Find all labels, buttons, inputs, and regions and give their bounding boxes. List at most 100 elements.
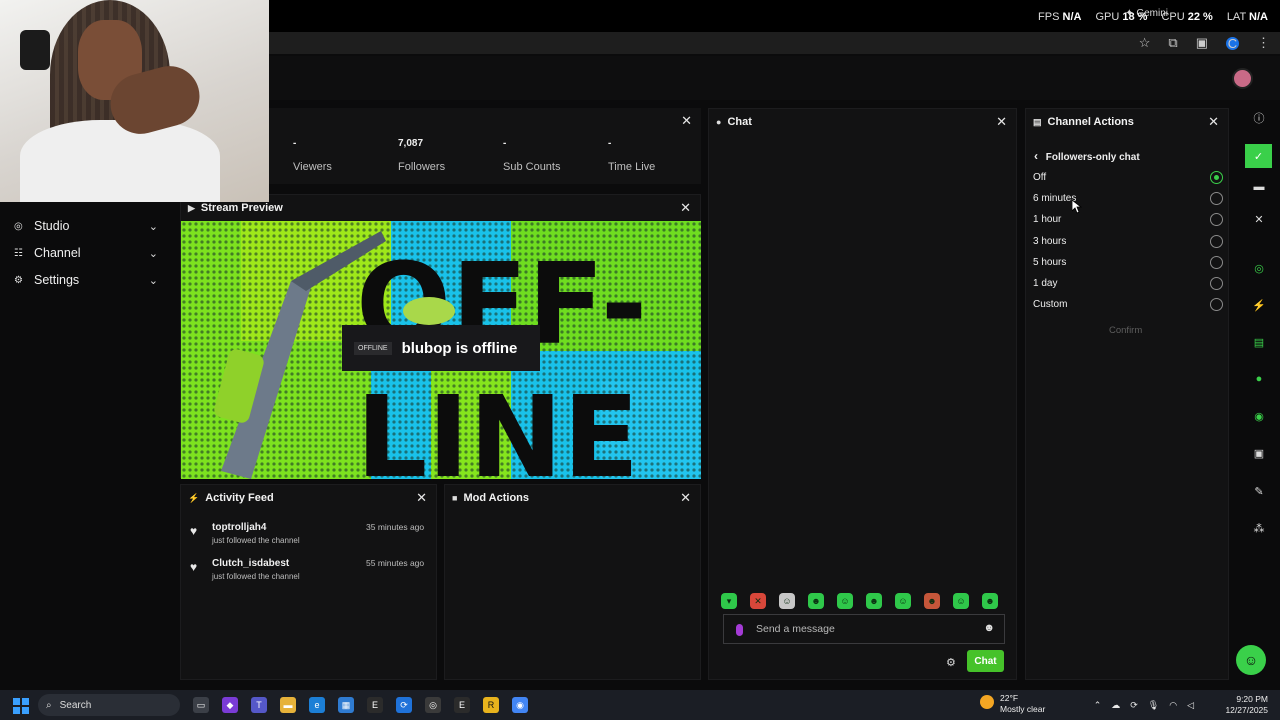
layout-icon[interactable]: ▬ xyxy=(1251,179,1267,195)
close-icon[interactable]: ✕ xyxy=(416,490,427,506)
help-chat-button[interactable]: ☺ xyxy=(1236,645,1266,675)
wrench-icon[interactable]: ✎ xyxy=(1251,483,1267,499)
close-icon[interactable]: ✕ xyxy=(1208,114,1219,130)
chat-settings-icon[interactable]: ⚙ xyxy=(946,656,956,669)
radio-option-custom[interactable]: Custom xyxy=(1033,298,1223,314)
check-icon[interactable]: ✓ xyxy=(1245,144,1272,168)
info-icon[interactable]: ⓘ xyxy=(1251,110,1267,126)
emote-icon[interactable]: ☺ xyxy=(895,593,911,609)
panel-title: Stream Preview xyxy=(200,202,283,214)
teams-icon[interactable]: T xyxy=(251,697,267,713)
emote-icon[interactable]: ☺ xyxy=(953,593,969,609)
emote-icon[interactable]: ☻ xyxy=(982,593,998,609)
store-icon[interactable]: ▦ xyxy=(338,697,354,713)
sidebar-item-settings[interactable]: ⚙ Settings ⌄ xyxy=(0,268,172,292)
chat-message-input[interactable]: Send a message ☻ xyxy=(723,614,1005,644)
search-icon: ⌕ xyxy=(46,699,52,711)
stat-viewers: - Viewers xyxy=(293,138,332,173)
radio-option-5-hours[interactable]: 5 hours xyxy=(1033,256,1223,272)
system-tray: ⌃ ☁ ⟳ 🎙 ◠ ◁ xyxy=(1094,690,1208,720)
chrome-icon[interactable]: ◉ xyxy=(512,697,528,713)
radio-button[interactable] xyxy=(1210,213,1223,226)
chevron-down-icon: ⌄ xyxy=(148,220,158,233)
radio-button[interactable] xyxy=(1210,192,1223,205)
epic-games-icon[interactable]: E xyxy=(367,697,383,713)
star-icon[interactable]: ☆ xyxy=(1139,35,1151,51)
confirm-button[interactable]: Confirm xyxy=(1109,325,1142,336)
edge-icon[interactable]: e xyxy=(309,697,325,713)
microphone-icon[interactable] xyxy=(736,624,743,636)
radio-button[interactable] xyxy=(1210,298,1223,311)
more-menu-icon[interactable]: ⋮ xyxy=(1257,35,1270,51)
emote-icon[interactable]: ☻ xyxy=(866,593,882,609)
app-blue-icon[interactable]: ⟳ xyxy=(396,697,412,713)
send-chat-button[interactable]: Chat xyxy=(967,650,1004,672)
taskbar-clock[interactable]: 9:20 PM 12/27/2025 xyxy=(1225,694,1268,716)
radio-option-off[interactable]: Off xyxy=(1033,171,1223,187)
chat-rail-icon[interactable]: ● xyxy=(1251,371,1267,387)
cpu-value: 22 % xyxy=(1187,11,1213,23)
close-icon[interactable]: ✕ xyxy=(680,200,691,216)
back-button[interactable]: ‹ Followers-only chat xyxy=(1034,149,1140,163)
feed-time: 55 minutes ago xyxy=(366,558,425,568)
nodes-icon[interactable]: ⁂ xyxy=(1251,520,1267,536)
file-explorer-icon[interactable]: ▬ xyxy=(280,697,296,713)
emoji-icon[interactable]: ☻ xyxy=(983,622,995,634)
close-icon[interactable]: ✕ xyxy=(1251,211,1267,227)
volume-icon[interactable]: ◁ xyxy=(1187,700,1194,711)
screenshot-icon[interactable]: ▣ xyxy=(1196,35,1208,51)
mic-tray-icon[interactable]: 🎙 xyxy=(1148,700,1159,711)
sidebar-item-channel[interactable]: ☷ Channel ⌄ xyxy=(0,241,172,265)
option-label: 1 day xyxy=(1033,278,1058,289)
broadcast-rail-icon[interactable]: ◉ xyxy=(1251,408,1267,424)
studio-icon: ◎ xyxy=(14,220,23,232)
wifi-icon[interactable]: ◠ xyxy=(1169,700,1177,711)
onedrive-icon[interactable]: ☁ xyxy=(1111,700,1120,711)
app-epic-2-icon[interactable]: E xyxy=(454,697,470,713)
emote-icon[interactable]: ☻ xyxy=(808,593,824,609)
radio-button[interactable] xyxy=(1210,235,1223,248)
radio-button[interactable] xyxy=(1210,256,1223,269)
clock-time: 9:20 PM xyxy=(1236,694,1268,704)
sidebar-item-studio[interactable]: ◎ Studio ⌄ xyxy=(0,214,172,238)
radio-option-1-day[interactable]: 1 day xyxy=(1033,277,1223,293)
radio-button[interactable] xyxy=(1210,171,1223,184)
copilot-icon[interactable]: ◆ xyxy=(222,697,238,713)
option-label: 6 minutes xyxy=(1033,193,1077,204)
close-icon[interactable]: ✕ xyxy=(680,490,691,506)
radio-button[interactable] xyxy=(1210,277,1223,290)
profile-icon[interactable]: C xyxy=(1226,36,1239,51)
emote-icon[interactable]: ☺ xyxy=(779,593,795,609)
feed-username[interactable]: Clutch_isdabest xyxy=(212,558,289,569)
emote-icon[interactable]: ▾ xyxy=(721,593,737,609)
radio-option-6-minutes[interactable]: 6 minutes xyxy=(1033,192,1223,208)
radio-option-3-hours[interactable]: 3 hours xyxy=(1033,235,1223,251)
app-dark-icon[interactable]: ◎ xyxy=(425,697,441,713)
actions-rail-icon[interactable]: ▣ xyxy=(1251,445,1267,461)
close-icon[interactable]: ✕ xyxy=(681,113,692,129)
feed-time: 35 minutes ago xyxy=(366,522,425,532)
lightning-rail-icon[interactable]: ⚡ xyxy=(1251,297,1267,313)
taskbar-search[interactable]: ⌕ Search xyxy=(38,694,180,716)
user-avatar[interactable] xyxy=(1232,68,1253,89)
stat-value: - xyxy=(608,138,612,149)
extensions-icon[interactable]: ⧉ xyxy=(1168,35,1177,51)
sidebar-item-label: Studio xyxy=(34,219,70,233)
gemini-button[interactable]: ✦ Gemini xyxy=(1125,8,1168,19)
windows-start-icon[interactable] xyxy=(13,698,29,714)
emote-icon[interactable]: ✕ xyxy=(750,593,766,609)
lat-value: N/A xyxy=(1249,11,1268,23)
sidebar-item-label: Channel xyxy=(34,246,81,260)
notes-rail-icon[interactable]: ▤ xyxy=(1251,334,1267,350)
task-view-icon[interactable]: ▭ xyxy=(193,697,209,713)
emote-icon[interactable]: ☺ xyxy=(837,593,853,609)
studio-rail-icon[interactable]: ◎ xyxy=(1251,260,1267,276)
chevron-up-icon[interactable]: ⌃ xyxy=(1094,700,1102,711)
sync-icon[interactable]: ⟳ xyxy=(1130,700,1138,711)
radio-option-1-hour[interactable]: 1 hour xyxy=(1033,213,1223,229)
emote-icon[interactable]: ☻ xyxy=(924,593,940,609)
feed-username[interactable]: toptrolljah4 xyxy=(212,522,266,533)
close-icon[interactable]: ✕ xyxy=(996,114,1007,130)
rockstar-icon[interactable]: R xyxy=(483,697,499,713)
stat-value: - xyxy=(503,138,507,149)
